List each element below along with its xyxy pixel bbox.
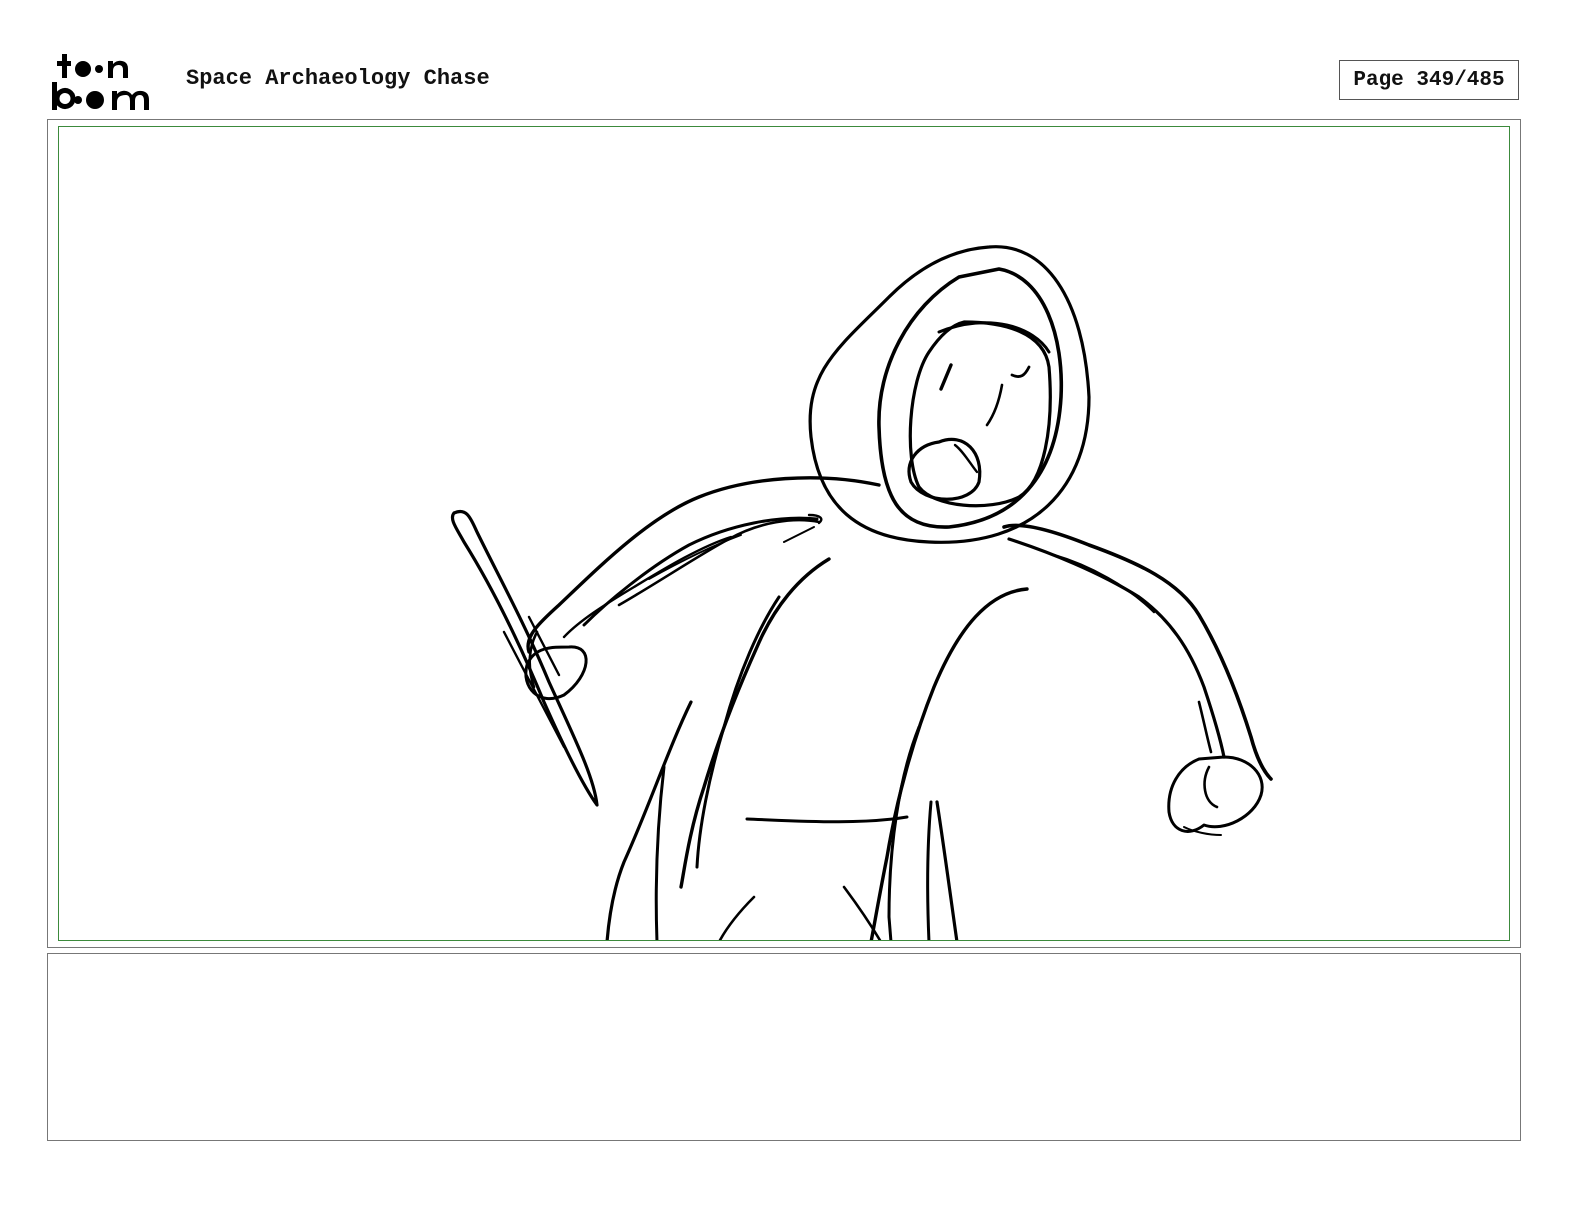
- toonboom-logo-icon: [52, 54, 149, 110]
- document-title: Space Archaeology Chase: [186, 66, 490, 91]
- storyboard-panel: [58, 126, 1510, 941]
- panel-notes-text: [48, 954, 1520, 974]
- hooded-figure-with-sword-icon: [450, 245, 1273, 940]
- toonboom-logo: [52, 52, 164, 112]
- page-counter: Page 349/485: [1339, 60, 1519, 100]
- panel-notes-box[interactable]: [47, 953, 1521, 1141]
